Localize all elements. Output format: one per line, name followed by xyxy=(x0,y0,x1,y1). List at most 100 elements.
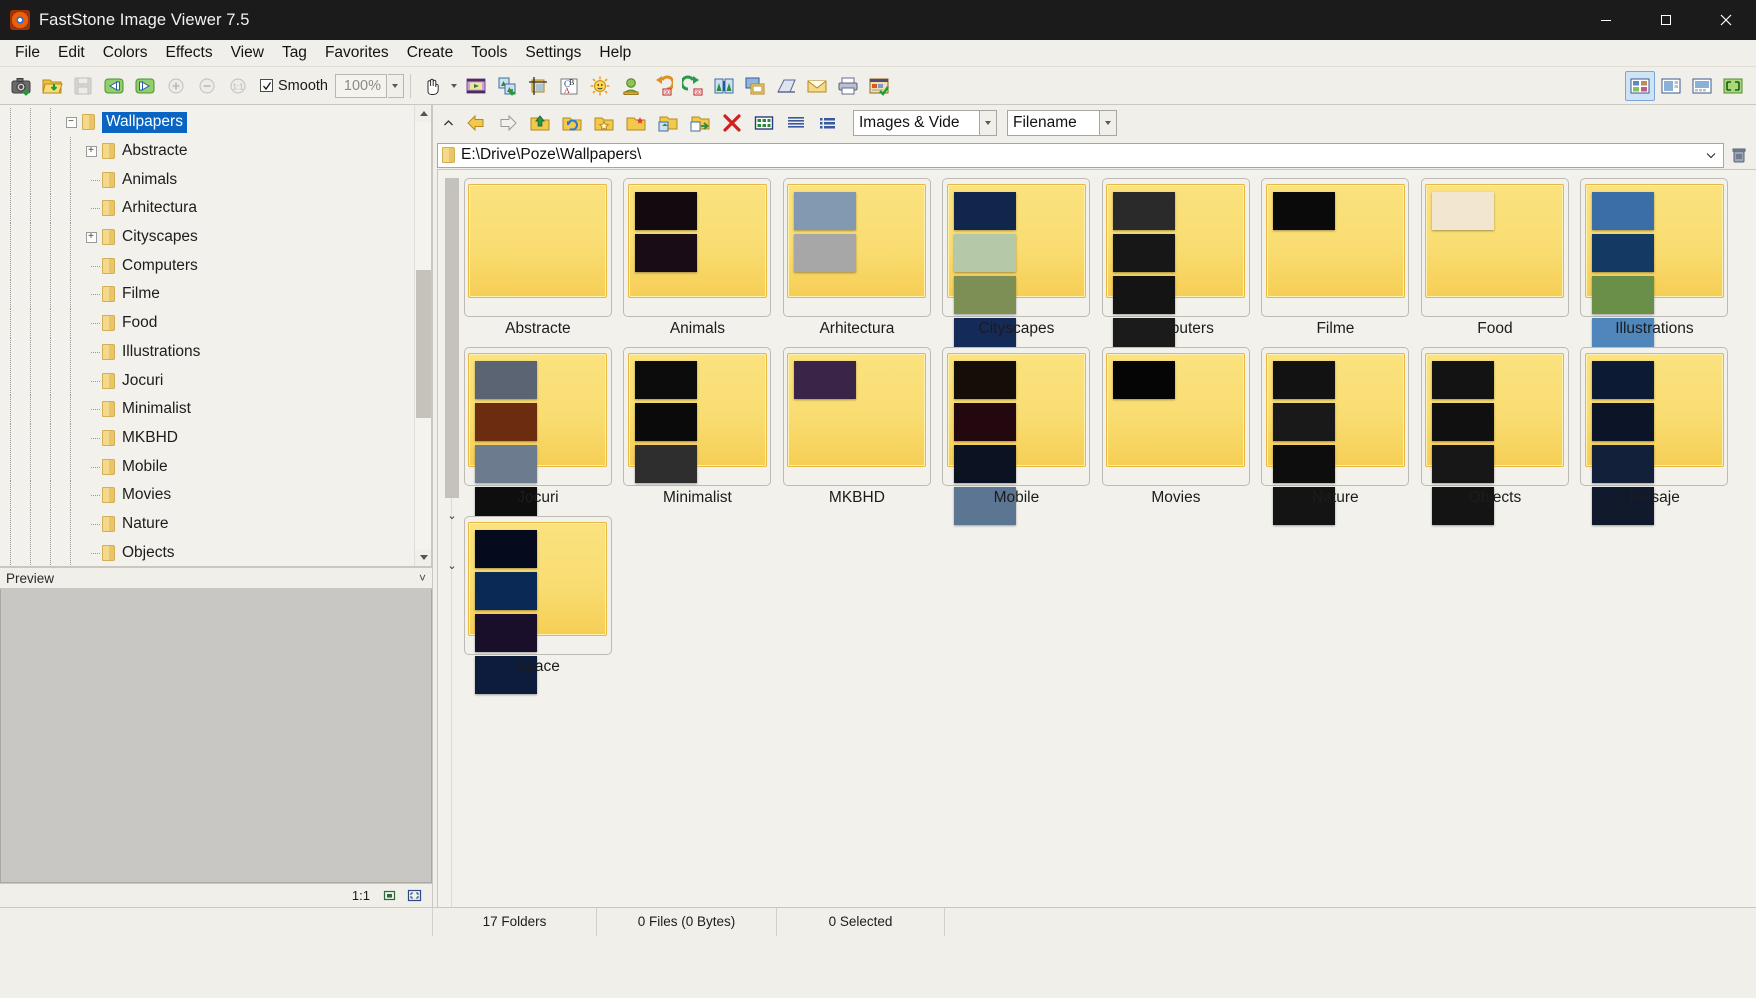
tree-expander-slot[interactable]: + xyxy=(80,145,102,157)
tree-item-illustrations[interactable]: Illustrations xyxy=(0,337,431,367)
address-dropdown-button[interactable] xyxy=(1703,149,1719,161)
folder-thumbnail-item[interactable]: Food xyxy=(1415,178,1575,343)
tree-item-abstracte[interactable]: + Abstracte xyxy=(0,136,431,166)
tree-item-computers[interactable]: Computers xyxy=(0,251,431,280)
menu-create[interactable]: Create xyxy=(398,41,463,65)
tree-item-animals[interactable]: Animals xyxy=(0,165,431,194)
tree-scroll-up-button[interactable] xyxy=(415,105,431,122)
chevrons-down-icon[interactable]: ⌄ xyxy=(446,558,458,572)
screen-capture-window-icon[interactable] xyxy=(740,71,770,101)
folder-thumbnail-card[interactable] xyxy=(782,347,931,486)
sort-combo[interactable]: Filename xyxy=(1007,110,1100,136)
new-folder-icon[interactable] xyxy=(621,108,651,138)
zoom-level-field[interactable]: 100% xyxy=(334,73,387,98)
thumbnail-scrollbar[interactable]: ⌄ ⌄ xyxy=(444,178,459,907)
fullscreen-icon[interactable] xyxy=(1718,71,1748,101)
folder-thumbnail-card[interactable] xyxy=(1580,347,1729,525)
expand-icon[interactable]: + xyxy=(85,231,97,243)
folder-thumbnail-item[interactable]: Jocuri xyxy=(458,347,618,525)
text-color-icon[interactable]: C B A xyxy=(554,71,584,101)
menu-file[interactable]: File xyxy=(6,41,49,65)
resize-icon[interactable] xyxy=(709,71,739,101)
scan-icon[interactable] xyxy=(771,71,801,101)
folder-thumbnail-card[interactable] xyxy=(623,347,772,486)
tree-item-wallpapers[interactable]: − Wallpapers xyxy=(0,108,431,137)
folder-thumbnail-card[interactable] xyxy=(1580,178,1729,356)
contact-sheet-icon[interactable] xyxy=(864,71,894,101)
expand-icon[interactable]: + xyxy=(85,145,97,157)
file-filter-combo[interactable]: Images & Vide xyxy=(853,110,980,136)
folder-thumbnail-item[interactable]: Animals xyxy=(618,178,778,343)
menu-tools[interactable]: Tools xyxy=(462,41,516,65)
previous-image-icon[interactable] xyxy=(99,71,129,101)
folder-thumbnail-card[interactable] xyxy=(463,347,612,525)
folder-thumbnail-item[interactable]: Abstracte xyxy=(458,178,618,343)
folder-thumbnail-item[interactable]: Mobile xyxy=(937,347,1097,525)
fit-window-icon[interactable] xyxy=(380,886,399,905)
preview-image-area[interactable] xyxy=(0,589,432,883)
slideshow-icon[interactable] xyxy=(461,71,491,101)
crop-icon[interactable] xyxy=(523,71,553,101)
tree-item-cityscapes[interactable]: + Cityscapes xyxy=(0,222,431,252)
tree-expander-slot[interactable]: + xyxy=(80,231,102,243)
filmstrip-view-icon[interactable] xyxy=(1656,71,1686,101)
tree-scrollbar[interactable] xyxy=(414,105,431,566)
screen-capture-icon[interactable] xyxy=(6,71,36,101)
folder-thumbnail-card[interactable] xyxy=(942,178,1091,356)
menu-tag[interactable]: Tag xyxy=(273,41,316,65)
favorites-folder-icon[interactable] xyxy=(589,108,619,138)
folder-thumbnail-item[interactable]: Objects xyxy=(1415,347,1575,525)
thumbnail-scroll-thumb[interactable] xyxy=(445,178,459,498)
tree-item-mobile[interactable]: Mobile xyxy=(0,452,431,481)
open-folder-icon[interactable] xyxy=(37,71,67,101)
pan-hand-icon[interactable] xyxy=(417,71,447,101)
folder-thumbnail-item[interactable]: Arhitectura xyxy=(777,178,937,343)
move-to-folder-icon[interactable] xyxy=(685,108,715,138)
folder-tree[interactable]: − Wallpapers + Abstracte Animals Arhitectura +… xyxy=(0,105,432,567)
folder-thumbnail-item[interactable]: Movies xyxy=(1096,347,1256,512)
fit-screen-icon[interactable] xyxy=(405,886,424,905)
folder-thumbnail-item[interactable]: Peisaje xyxy=(1575,347,1735,525)
folder-thumbnail-card[interactable] xyxy=(1101,347,1250,486)
details-mode-icon[interactable] xyxy=(781,108,811,138)
menu-edit[interactable]: Edit xyxy=(49,41,94,65)
tree-item-mkbhd[interactable]: MKBHD xyxy=(0,423,431,453)
menu-favorites[interactable]: Favorites xyxy=(316,41,398,65)
folder-thumbnail-item[interactable]: Illustrations xyxy=(1575,178,1735,356)
folder-thumbnail-card[interactable] xyxy=(623,178,772,317)
tree-item-food[interactable]: Food xyxy=(0,308,431,338)
folder-thumbnail-card[interactable] xyxy=(1261,178,1410,317)
file-filter-dropdown-button[interactable] xyxy=(980,110,997,136)
tree-item-jocuri[interactable]: Jocuri xyxy=(0,366,431,395)
menu-colors[interactable]: Colors xyxy=(94,41,157,65)
preview-view-icon[interactable] xyxy=(1687,71,1717,101)
list-mode-icon[interactable] xyxy=(813,108,843,138)
chevrons-down-icon[interactable]: ˅ xyxy=(419,571,426,585)
chevron-down-icon[interactable]: ⌄ xyxy=(446,508,458,522)
up-folder-icon[interactable] xyxy=(525,108,555,138)
compare-icon[interactable] xyxy=(492,71,522,101)
pane-collapse-button[interactable] xyxy=(437,108,459,138)
minimize-button[interactable] xyxy=(1576,0,1636,40)
folder-thumbnail-item[interactable]: Computers xyxy=(1096,178,1256,356)
folder-thumbnail-card[interactable] xyxy=(782,178,931,317)
tree-item-objects[interactable]: Objects xyxy=(0,538,431,566)
tree-scroll-down-button[interactable] xyxy=(415,549,431,566)
collapse-icon[interactable]: − xyxy=(65,116,77,128)
thumbnail-browser[interactable]: ⌄ ⌄ Abstracte Animals Arhitectura Cityscape… xyxy=(437,169,1756,907)
menu-help[interactable]: Help xyxy=(590,41,640,65)
pan-dropdown-button[interactable] xyxy=(448,71,460,101)
folder-thumbnail-card[interactable] xyxy=(1261,347,1410,525)
thumbnail-mode-icon[interactable] xyxy=(749,108,779,138)
tree-item-filme[interactable]: Filme xyxy=(0,280,431,309)
folder-thumbnail-card[interactable] xyxy=(1420,178,1569,317)
folder-thumbnail-item[interactable]: Nature xyxy=(1256,347,1416,525)
rotate-left-icon[interactable]: 90 xyxy=(647,71,677,101)
copy-to-folder-icon[interactable] xyxy=(653,108,683,138)
tree-item-movies[interactable]: Movies xyxy=(0,480,431,510)
back-icon[interactable] xyxy=(461,108,491,138)
email-icon[interactable] xyxy=(802,71,832,101)
smooth-checkbox[interactable]: Smooth xyxy=(254,78,334,94)
menu-view[interactable]: View xyxy=(222,41,273,65)
tree-item-arhitectura[interactable]: Arhitectura xyxy=(0,194,431,223)
